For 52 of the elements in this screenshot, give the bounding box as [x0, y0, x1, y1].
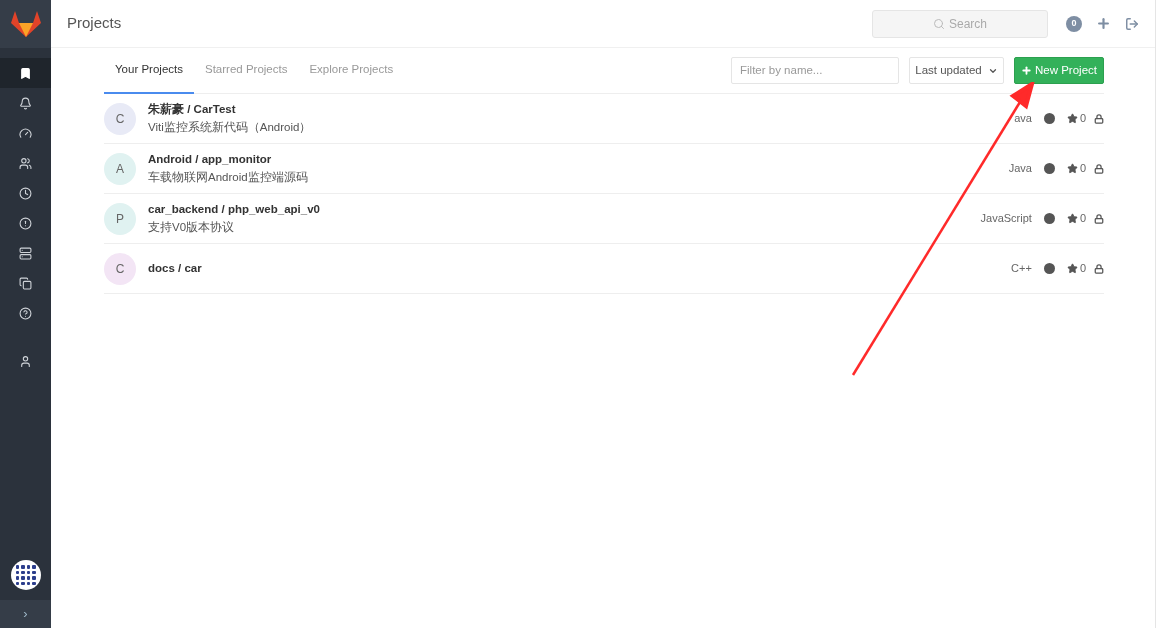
alert-icon — [19, 216, 32, 230]
sign-out-icon[interactable] — [1125, 16, 1139, 31]
star-count: 0 — [1079, 161, 1086, 177]
todo-count[interactable]: 0 — [1066, 15, 1082, 32]
collapse-button[interactable]: › — [0, 600, 51, 628]
star-count: 0 — [1079, 261, 1086, 277]
help-icon — [19, 306, 32, 320]
project-name[interactable]: Android / app_monitor — [148, 151, 308, 169]
project-name[interactable]: 朱薪豪 / CarTest — [148, 101, 312, 119]
star-icon — [1066, 113, 1078, 124]
users-icon — [19, 156, 32, 170]
project-description: 车载物联网Android监控端源码 — [148, 169, 308, 185]
tab[interactable]: Your Projects — [104, 47, 194, 94]
bell-icon — [19, 96, 32, 110]
star-count: 0 — [1079, 111, 1086, 127]
plus-icon[interactable] — [1096, 16, 1111, 31]
sidebar-item[interactable] — [0, 58, 51, 88]
filter-field[interactable]: Filter by name... — [731, 57, 899, 84]
clock-icon — [19, 186, 32, 200]
star-count: 0 — [1079, 211, 1086, 227]
copy-icon — [19, 276, 32, 290]
plus-icon — [1021, 65, 1032, 76]
fox-logo-icon[interactable] — [10, 11, 41, 37]
star-icon — [1066, 213, 1078, 224]
bookmark-icon — [19, 66, 32, 80]
language-label: C++ — [1011, 261, 1032, 277]
project-name[interactable]: car_backend / php_web_api_v0 — [148, 201, 320, 219]
tab[interactable]: Starred Projects — [194, 47, 299, 94]
lock-icon — [1094, 163, 1104, 174]
language-label: Java — [1008, 161, 1032, 177]
language-label: JavaScript — [980, 211, 1032, 227]
lock-icon — [1094, 263, 1104, 274]
search-icon — [933, 17, 945, 30]
language-label: ava — [1014, 111, 1032, 127]
user-avatar[interactable] — [10, 560, 41, 590]
project-avatar: C — [104, 102, 136, 135]
project-avatar: P — [104, 202, 136, 235]
user-icon — [19, 354, 32, 368]
tab[interactable]: Explore Projects — [298, 47, 405, 94]
project-avatar: A — [104, 152, 136, 185]
star-icon — [1066, 163, 1078, 174]
lock-icon — [1094, 213, 1104, 224]
project-avatar: C — [104, 252, 136, 285]
page-title: Projects — [67, 13, 122, 34]
star-icon — [1066, 263, 1078, 274]
project-description: Viti监控系统新代码（Android） — [148, 119, 312, 135]
sort-dropdown[interactable]: Last updated — [909, 57, 1004, 84]
project-description: 支持V0版本协议 — [148, 219, 236, 235]
lock-icon — [1094, 113, 1104, 124]
project-name[interactable]: docs / car — [148, 259, 202, 278]
server-icon — [19, 246, 32, 260]
gauge-icon — [19, 126, 32, 140]
